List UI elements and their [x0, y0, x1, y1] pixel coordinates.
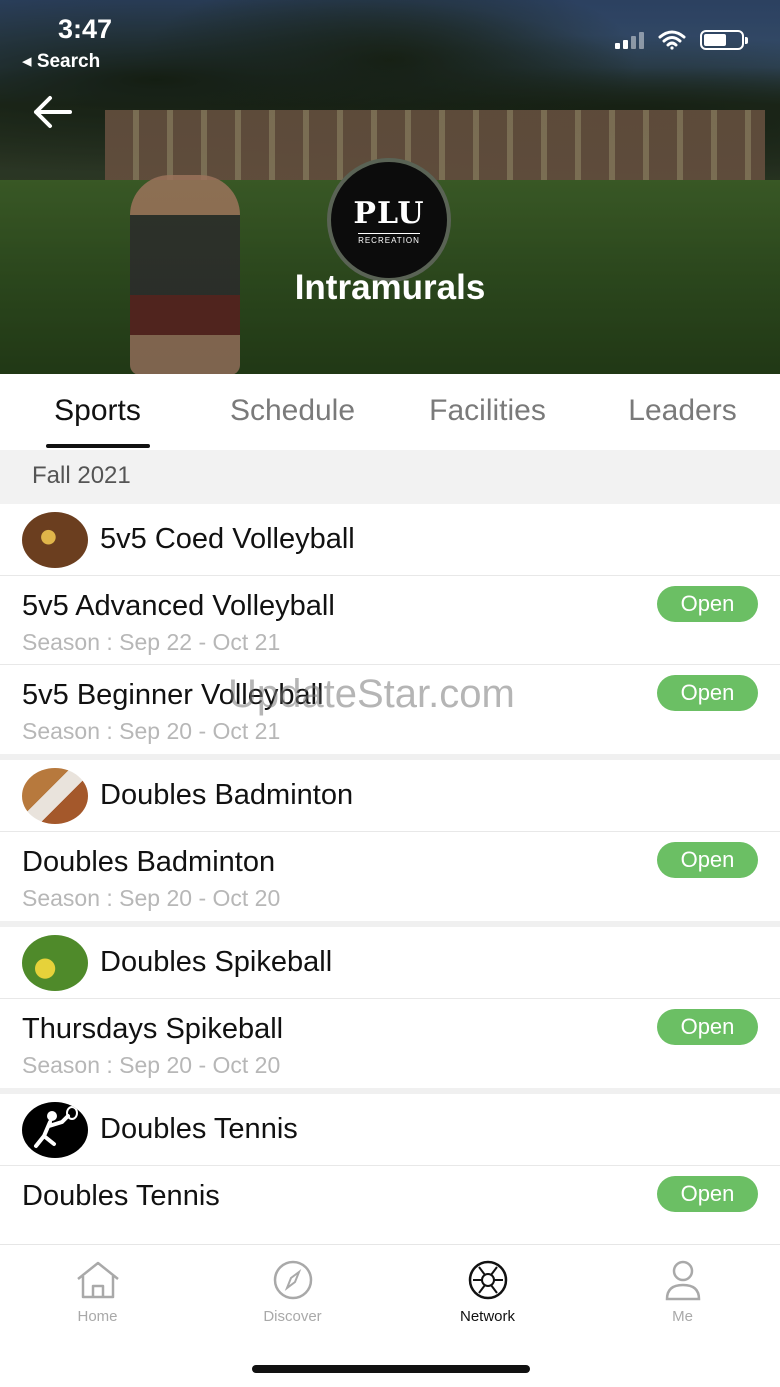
sport-group-header[interactable]: Doubles Badminton: [0, 760, 780, 832]
sport-group: Doubles Badminton Doubles Badminton Seas…: [0, 760, 780, 927]
compass-icon: [273, 1260, 312, 1300]
nav-label: Network: [459, 1308, 515, 1325]
sports-list: 5v5 Coed Volleyball 5v5 Advanced Volleyb…: [0, 504, 780, 1261]
open-status-badge: Open: [657, 586, 758, 622]
open-status-badge: Open: [657, 842, 758, 878]
league-season: Season : Sep 20 - Oct 20: [22, 1052, 281, 1078]
status-time: 3:47: [58, 14, 113, 44]
league-row[interactable]: Doubles Tennis Open: [0, 1166, 780, 1255]
wifi-icon: [658, 30, 686, 50]
open-status-badge: Open: [657, 1176, 758, 1212]
league-row[interactable]: Thursdays Spikeball Season : Sep 20 - Oc…: [0, 999, 780, 1088]
back-to-app-link[interactable]: ◂ Search: [22, 50, 100, 73]
sport-group: Doubles Tennis Doubles Tennis Open: [0, 1094, 780, 1261]
open-status-badge: Open: [657, 675, 758, 711]
sport-group: 5v5 Coed Volleyball 5v5 Advanced Volleyb…: [0, 504, 780, 760]
tab-bar: Sports Schedule Facilities Leaders: [0, 374, 780, 450]
sport-group-header[interactable]: Doubles Tennis: [0, 1094, 780, 1166]
home-icon: [76, 1261, 119, 1299]
sport-group: Doubles Spikeball Thursdays Spikeball Se…: [0, 927, 780, 1094]
spikeball-thumb-icon: [22, 934, 88, 991]
sport-group-title: 5v5 Coed Volleyball: [100, 523, 355, 555]
nav-label: Me: [672, 1308, 693, 1325]
plu-recreation-logo: PLU RECREATION: [327, 158, 451, 282]
person-icon: [665, 1260, 700, 1301]
tennis-icon: [22, 1101, 88, 1158]
tab-sports[interactable]: Sports: [0, 374, 195, 450]
tab-facilities[interactable]: Facilities: [390, 374, 585, 450]
league-row[interactable]: Doubles Badminton Season : Sep 20 - Oct …: [0, 832, 780, 921]
tab-schedule[interactable]: Schedule: [195, 374, 390, 450]
league-season: Season : Sep 22 - Oct 21: [22, 629, 281, 655]
battery-icon: [700, 30, 748, 50]
tab-leaders[interactable]: Leaders: [585, 374, 780, 450]
network-icon: [468, 1260, 507, 1300]
sport-group-header[interactable]: Doubles Spikeball: [0, 927, 780, 999]
league-row[interactable]: 5v5 Advanced Volleyball Season : Sep 22 …: [0, 576, 780, 665]
home-indicator[interactable]: [252, 1365, 530, 1373]
signal-icon: [615, 31, 644, 49]
league-season: Season : Sep 20 - Oct 20: [22, 885, 281, 911]
league-season: Season : Sep 20 - Oct 21: [22, 718, 281, 744]
sport-group-title: Doubles Badminton: [100, 779, 354, 811]
nav-label: Discover: [263, 1308, 322, 1325]
status-bar: 3:47 ◂ Search: [0, 0, 780, 80]
nav-label: Home: [77, 1308, 118, 1325]
season-header: Fall 2021: [0, 450, 780, 504]
hero-banner: 3:47 ◂ Search PLU RECREATION Intramurals: [0, 0, 780, 374]
nav-home[interactable]: Home: [0, 1245, 195, 1387]
volleyball-thumb-icon: [22, 511, 88, 568]
sport-group-header[interactable]: 5v5 Coed Volleyball: [0, 504, 780, 576]
back-arrow-icon[interactable]: [30, 92, 74, 132]
page-title: Intramurals: [294, 268, 486, 307]
sport-group-title: Doubles Spikeball: [100, 946, 333, 978]
nav-me[interactable]: Me: [585, 1245, 780, 1387]
open-status-badge: Open: [657, 1009, 758, 1045]
badminton-thumb-icon: [22, 767, 88, 824]
watermark: UpdateStar.com: [228, 672, 515, 716]
sport-group-title: Doubles Tennis: [100, 1113, 298, 1145]
